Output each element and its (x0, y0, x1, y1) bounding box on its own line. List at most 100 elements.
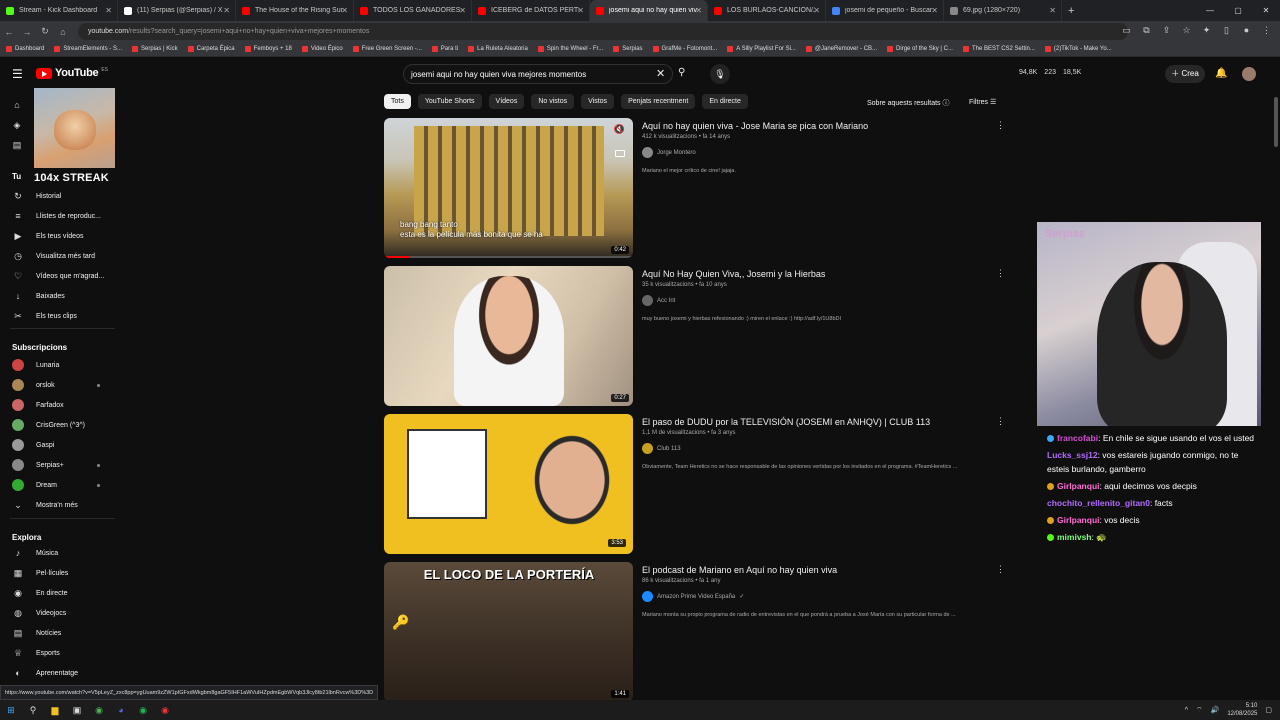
chevron-up-icon[interactable]: ^ (1185, 707, 1188, 714)
filter-chip[interactable]: YouTube Shorts (417, 94, 482, 109)
subscription-item[interactable]: CrisGreen (^3^) (0, 415, 118, 435)
video-thumbnail[interactable]: 3:53 (384, 414, 633, 554)
video-title[interactable]: El paso de DUDU por la TELEVISIÓN (JOSEM… (642, 417, 930, 427)
file-explorer-icon[interactable]: ▆ (44, 700, 66, 720)
tab-close-icon[interactable]: ✕ (931, 6, 938, 15)
sidebar-section-explore[interactable]: Explora (12, 533, 41, 542)
tab-close-icon[interactable]: ✕ (1049, 6, 1056, 15)
minimize-icon[interactable]: — (1196, 6, 1224, 15)
network-icon[interactable]: ⌔ (1196, 706, 1203, 715)
filter-chip[interactable]: Tots (384, 94, 411, 109)
bookmark-item[interactable]: GrafMe - Fotomont... (652, 46, 717, 52)
sidebar-item-explore-1[interactable]: ▦ Pel·lícules (0, 563, 118, 583)
bookmark-item[interactable]: A Silly Playlist For Si... (727, 46, 796, 52)
system-clock[interactable]: 5:10 12/08/2025 (1227, 702, 1257, 718)
sidebar-home[interactable]: ⌂ (0, 95, 34, 115)
browser-tab[interactable]: 69.jpg (1280×720) ✕ (944, 0, 1062, 21)
video-result[interactable]: 0:27 Aquí No Hay Quien Viva,, Josemi y l… (384, 266, 1005, 408)
sidebar-subscriptions[interactable]: ▤ (0, 135, 34, 155)
profile-icon[interactable]: ● (1241, 25, 1252, 36)
subscription-item[interactable]: Gaspi (0, 435, 118, 455)
windows-start-icon[interactable]: ⊞ (0, 700, 22, 720)
tab-close-icon[interactable]: ✕ (577, 6, 584, 15)
bookmark-item[interactable]: Carpeta Épica (187, 46, 235, 52)
tab-close-icon[interactable]: ✕ (813, 6, 820, 15)
sidebar-item-you-3[interactable]: ◷ Visualitza més tard (0, 246, 118, 266)
volume-icon[interactable]: 🔊 (1211, 706, 1220, 714)
browser-tab[interactable]: josemi de pequeño - Buscar co ✕ (826, 0, 944, 21)
filter-chip[interactable]: Vistos (581, 94, 615, 109)
sidebar-item-explore-6[interactable]: ◐ Aprenentatge (0, 663, 118, 683)
video-title[interactable]: Aquí no hay quien viva - Jose Maria se p… (642, 121, 868, 131)
bookmark-item[interactable]: (2)TikTok - Make Yo... (1044, 46, 1112, 52)
bookmark-item[interactable]: Spin the Wheel - Fr... (537, 46, 603, 52)
hamburger-menu-icon[interactable]: ☰ (12, 67, 23, 81)
captions-icon[interactable] (615, 150, 625, 157)
video-title[interactable]: Aquí No Hay Quien Viva,, Josemi y la Hie… (642, 269, 825, 279)
subscription-item[interactable]: Farfadox (0, 395, 118, 415)
browser-tab[interactable]: ICEBERG de DATOS PERTURBA✕ (472, 0, 590, 21)
sidebar-item-you-1[interactable]: ≡ Llistes de reproduc... (0, 206, 118, 226)
subscription-item[interactable]: Dream (0, 475, 118, 495)
notifications-bell-icon[interactable]: 🔔 (1215, 68, 1227, 79)
video-result[interactable]: 3:53 El paso de DUDU por la TELEVISIÓN (… (384, 414, 1005, 556)
sidebar-item-you-5[interactable]: ↓ Baixades (0, 286, 118, 306)
account-avatar[interactable] (1242, 67, 1256, 81)
sidebar-item-explore-3[interactable]: ◍ Videojocs (0, 603, 118, 623)
channel-link[interactable]: Jorge Montero (642, 147, 696, 158)
home-icon[interactable]: ⌂ (54, 27, 72, 37)
discord-icon[interactable]: ◕ (110, 700, 132, 720)
page-scrollbar[interactable] (1274, 97, 1278, 147)
more-options-icon[interactable]: ⋮ (996, 416, 1005, 427)
sidebar-section-subscriptions[interactable]: Subscripcions (12, 343, 67, 352)
reload-icon[interactable]: ↻ (36, 26, 54, 37)
video-thumbnail[interactable]: 0:27 (384, 266, 633, 406)
clear-search-icon[interactable]: ✕ (656, 67, 665, 80)
bookmark-item[interactable]: The BEST CS2 Settin... (962, 46, 1035, 52)
filter-chip[interactable]: Penjats recentment (621, 94, 696, 109)
filters-button[interactable]: Filtres ☰ (969, 98, 996, 106)
sidebar-item-explore-0[interactable]: ♪ Música (0, 543, 118, 563)
filter-chip[interactable]: No vistos (531, 94, 575, 109)
search-icon[interactable]: ⚲ (22, 700, 44, 720)
youtube-logo[interactable]: YouTube ES (36, 67, 108, 79)
tab-close-icon[interactable]: ✕ (695, 6, 702, 15)
subscription-item[interactable]: Serpias+ (0, 455, 118, 475)
share-icon[interactable]: ⇪ (1161, 25, 1172, 36)
maximize-icon[interactable]: ▢ (1224, 6, 1252, 15)
video-result[interactable]: 🔇 bang bang tanto esta es la película más… (384, 118, 1005, 260)
sidebar-show-more[interactable]: ⌄ Mostra'n més (0, 495, 118, 515)
bookmark-item[interactable]: Dirge of the Sky | C... (887, 46, 953, 52)
new-tab-icon[interactable]: + (1068, 5, 1074, 17)
browser-tab[interactable]: LOS BURLAOS-CANCIÓN/JOSE✕ (708, 0, 826, 21)
browser-tab[interactable]: (11) Serpias (@Serpias) / X ✕ (118, 0, 236, 21)
sidebar-item-explore-5[interactable]: ♕ Esports (0, 643, 118, 663)
tab-close-icon[interactable]: ✕ (459, 6, 466, 15)
preview-progress-bar[interactable] (384, 256, 633, 258)
notification-center-icon[interactable]: ▢ (1265, 706, 1272, 714)
video-thumbnail[interactable]: 🔇 bang bang tanto esta es la película más… (384, 118, 633, 258)
bookmark-item[interactable]: Free Green Screen -... (352, 46, 422, 52)
video-result[interactable]: EL LOCO DE LA PORTERÍA 🔑 1:41 El podcast… (384, 562, 1005, 700)
subscription-item[interactable]: Lunaria (0, 355, 118, 375)
about-results-link[interactable]: Sobre aquests resultats ⓘ (867, 98, 950, 108)
cast-icon[interactable]: ▭ (1121, 25, 1132, 36)
extensions-icon[interactable]: ✦ (1201, 25, 1212, 36)
sidebar-item-you-2[interactable]: ▶ Els teus vídeos (0, 226, 118, 246)
video-title[interactable]: El podcast de Mariano en Aquí no hay qui… (642, 565, 837, 575)
bookmark-item[interactable]: Video Épico (301, 46, 343, 52)
browser-tab[interactable]: TODOS LOS GANADORES DE H✕ (354, 0, 472, 21)
subscription-item[interactable]: orslok (0, 375, 118, 395)
tab-close-icon[interactable]: ✕ (105, 6, 112, 15)
sidepanel-icon[interactable]: ▯ (1221, 25, 1232, 36)
channel-link[interactable]: Acc Int (642, 295, 675, 306)
sidebar-section-you[interactable]: Tu (12, 172, 21, 181)
browser-tab[interactable]: The House of the Rising Sun (o ✕ (236, 0, 354, 21)
bookmark-item[interactable]: Para ti (431, 46, 458, 52)
forward-icon[interactable]: → (18, 27, 36, 37)
bookmark-item[interactable]: Dashboard (6, 46, 44, 52)
bookmark-item[interactable]: @JaneRemover - CB... (805, 46, 877, 52)
sidebar-shorts[interactable]: ◈ (0, 115, 34, 135)
filter-chip[interactable]: Vídeos (488, 94, 525, 109)
sidebar-item-you-4[interactable]: ♡ Vídeos que m'agrad... (0, 266, 118, 286)
